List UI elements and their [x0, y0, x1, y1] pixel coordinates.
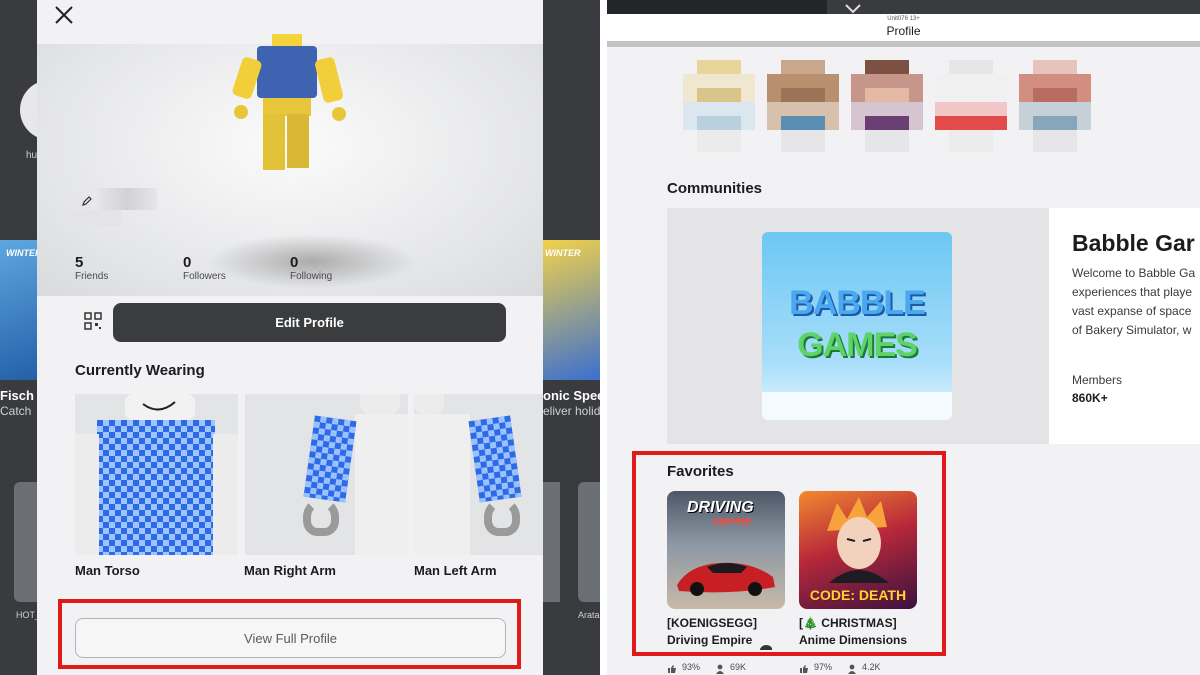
wearing-item-left-arm[interactable] — [414, 394, 543, 555]
header-underline — [607, 41, 1200, 47]
header-title: Profile — [886, 24, 921, 38]
stat-friends[interactable]: 5 Friends — [75, 254, 108, 282]
community-info: Babble Gar Welcome to Babble Ga experien… — [1049, 208, 1200, 444]
players-icon — [715, 661, 725, 674]
edit-profile-button[interactable]: Edit Profile — [113, 303, 506, 342]
stat-following[interactable]: 0 Following — [290, 254, 332, 282]
right-arm-checker — [303, 415, 357, 503]
friend-avatar-5[interactable] — [1019, 60, 1091, 152]
left-screenshot: hu WINTER Fisch Catch WINTER onic Speed … — [0, 0, 600, 675]
community-desc-4: of Bakery Simulator, w — [1072, 323, 1192, 337]
community-card[interactable]: BABBLE GAMES Babble Gar Welcome to Babbl… — [667, 208, 1200, 444]
thumbs-up-icon — [667, 661, 677, 673]
bg-avatar-name: hu — [26, 150, 38, 161]
community-members-label: Members — [1072, 373, 1123, 387]
thumbs-up-icon — [799, 661, 809, 673]
torso-checker — [97, 420, 215, 555]
highlight-view-full-profile — [58, 599, 521, 669]
close-icon[interactable] — [53, 4, 75, 26]
community-desc-2: experiences that playe — [1072, 285, 1193, 299]
bg-game-card-left[interactable]: WINTER — [0, 240, 42, 380]
header-bar: Unit076 13+ Profile — [607, 14, 1200, 42]
bg-game-sub-left: Catch — [0, 404, 32, 418]
bg-tile-left[interactable] — [14, 482, 37, 602]
community-logo-text-1: BABBLE — [789, 284, 926, 322]
right-screenshot: Unit076 13+ Profile Communities BABBLE G… — [607, 0, 1200, 675]
item-label-left-arm: Man Left Arm — [414, 563, 497, 578]
community-desc-1: Welcome to Babble Ga — [1072, 266, 1196, 280]
friend-avatar-3[interactable] — [851, 60, 923, 152]
friend-avatar-1[interactable] — [683, 60, 755, 152]
display-name-blurred — [73, 210, 121, 226]
community-logo-text-2: GAMES — [797, 326, 918, 364]
community-members-value: 860K+ — [1072, 391, 1108, 405]
chevron-down-icon[interactable] — [843, 2, 863, 14]
item-label-right-arm: Man Right Arm — [244, 563, 336, 578]
bg-tile-right[interactable] — [543, 482, 560, 602]
friend-avatar-2[interactable] — [767, 60, 839, 152]
pencil-icon[interactable] — [81, 194, 93, 206]
players-icon — [847, 661, 857, 674]
qr-code-icon[interactable] — [83, 311, 103, 331]
bg-game-sub-right: eliver holid — [543, 404, 600, 418]
communities-title: Communities — [667, 180, 763, 197]
community-name: Babble Gar — [1072, 230, 1195, 256]
friend-avatar-4[interactable] — [935, 60, 1007, 152]
favorite-1-players: 69K — [730, 662, 747, 672]
wearing-item-torso[interactable] — [75, 394, 238, 555]
favorite-1-rating: 93% — [682, 662, 701, 672]
username-blurred — [97, 188, 157, 210]
highlight-favorites — [632, 451, 946, 656]
bg-label-right: Arata — [578, 610, 600, 620]
stat-followers[interactable]: 0 Followers — [183, 254, 226, 282]
favorite-2-players: 4.2K — [862, 662, 881, 672]
bg-game-title-left: Fisch — [0, 388, 34, 403]
bg-game-title-right: onic Speed — [543, 388, 600, 403]
left-arm-checker — [468, 415, 522, 503]
profile-modal: 5 Friends 0 Followers 0 Following Edit P… — [37, 0, 543, 675]
header-small-label: Unit076 13+ — [887, 16, 920, 22]
bg-game-card-right[interactable]: WINTER — [543, 240, 600, 380]
wearing-item-right-arm[interactable] — [245, 394, 408, 555]
community-logo: BABBLE GAMES — [762, 232, 952, 420]
item-label-torso: Man Torso — [75, 563, 140, 578]
currently-wearing-title: Currently Wearing — [75, 362, 205, 379]
bg-tile-right2[interactable] — [578, 482, 600, 602]
avatar-figure — [232, 34, 346, 170]
community-desc-3: vast expanse of space — [1072, 304, 1192, 318]
favorite-2-rating: 97% — [814, 662, 833, 672]
panel-divider — [600, 0, 607, 675]
